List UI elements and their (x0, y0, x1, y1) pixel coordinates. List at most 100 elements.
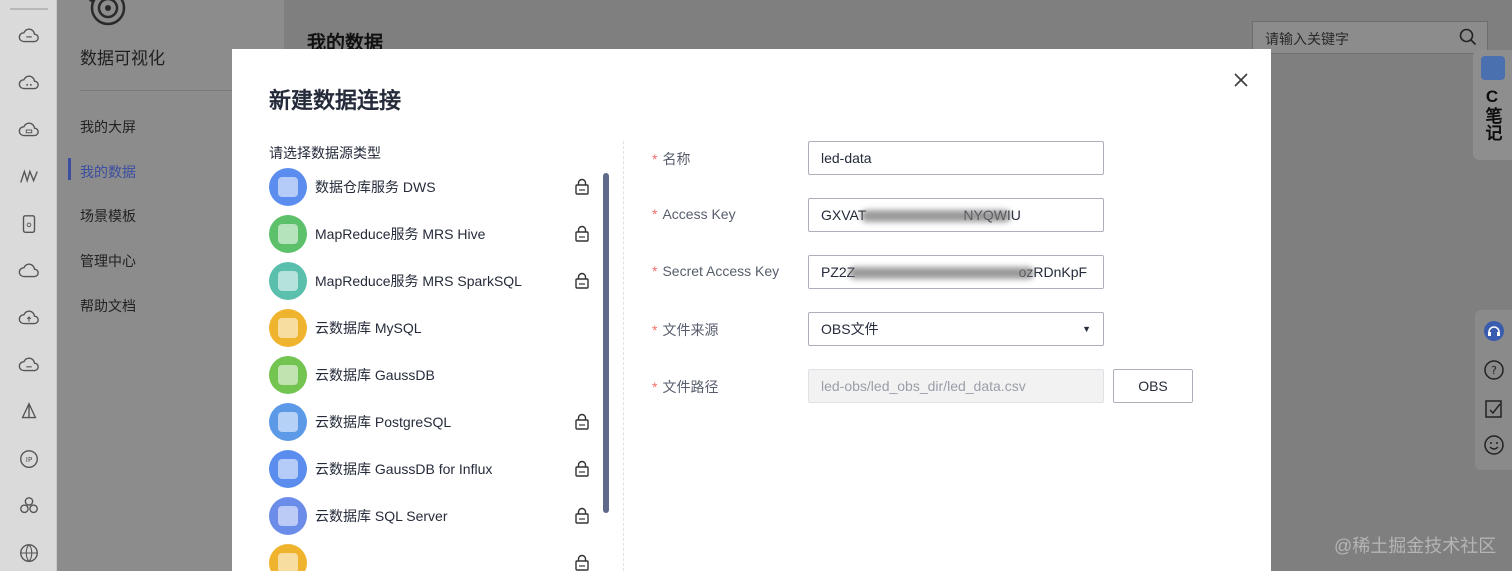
file-path-label: * 文件路径 (652, 379, 719, 395)
file-path-label-text: 文件路径 (662, 379, 719, 395)
source-type-icon (269, 215, 307, 253)
access-key-row: *Access Key GXVAT NYQWIU (652, 198, 1212, 232)
source-list-scrollbar[interactable] (603, 173, 609, 513)
lock-icon (575, 460, 589, 477)
redaction-blur (849, 267, 1034, 279)
source-option-label: 云数据库 GaussDB (315, 367, 435, 383)
file-source-select[interactable]: OBS文件 ▼ (808, 312, 1104, 346)
source-option[interactable] (269, 543, 599, 571)
name-field[interactable]: led-data (808, 141, 1104, 175)
redaction-blur (861, 210, 1011, 222)
secret-key-label-text: Secret Access Key (662, 263, 780, 279)
lock-icon (575, 554, 589, 571)
notes-text: 笔记 (1482, 107, 1502, 141)
app-logo-icon (88, 0, 126, 26)
svg-text:?: ? (1491, 364, 1497, 377)
name-label-text: 名称 (662, 151, 691, 167)
file-path-row: * 文件路径 led-obs/led_obs_dir/led_data.csv O… (652, 369, 1212, 403)
file-source-label-text: 文件来源 (662, 322, 719, 338)
source-option[interactable]: 云数据库 PostgreSQL (269, 402, 599, 442)
close-icon[interactable] (1232, 71, 1250, 89)
icon-rail: IP (0, 0, 57, 571)
source-type-icon (269, 497, 307, 535)
source-option[interactable]: 云数据库 MySQL (269, 308, 599, 348)
sail-icon[interactable] (17, 400, 41, 424)
cloud-upload-icon[interactable] (17, 306, 41, 330)
chart-wave-icon[interactable] (17, 165, 41, 189)
source-option[interactable]: 云数据库 SQL Server (269, 496, 599, 536)
source-option-label: MapReduce服务 MRS Hive (315, 226, 486, 242)
access-key-label-text: Access Key (662, 206, 736, 222)
file-path-field: led-obs/led_obs_dir/led_data.csv (808, 369, 1104, 403)
cluster-icon[interactable] (17, 494, 41, 518)
svg-text:IP: IP (26, 455, 33, 464)
source-option-label: 数据仓库服务 DWS (315, 179, 436, 195)
source-option-label: 云数据库 PostgreSQL (315, 414, 452, 430)
tools-widget: ? (1475, 310, 1512, 470)
secret-key-field[interactable]: PZ2Z ozRDnKpF (808, 255, 1104, 289)
source-type-icon (269, 168, 307, 206)
cloud-monitor-icon[interactable] (17, 24, 41, 48)
source-type-icon (269, 309, 307, 347)
sidebar-item-my-screens[interactable]: 我的大屏 (80, 117, 136, 137)
search-placeholder: 请输入关键字 (1265, 31, 1349, 47)
cloud-service-icon[interactable] (17, 259, 41, 283)
lock-icon (575, 507, 589, 524)
dropdown-caret-icon: ▼ (1082, 324, 1091, 334)
watermark: @稀土掘金技术社区 (1334, 536, 1497, 556)
cloud-icon[interactable] (17, 71, 41, 95)
file-source-label: * 文件来源 (652, 322, 719, 338)
source-option-label: 云数据库 GaussDB for Influx (315, 461, 493, 477)
edit-icon[interactable] (1483, 398, 1505, 420)
secret-key-row: * Secret Access Key PZ2Z ozRDnKpF (652, 255, 1212, 289)
source-type-icon (269, 544, 307, 571)
rail-divider (10, 8, 48, 10)
search-icon[interactable] (1459, 28, 1477, 46)
notes-icon (1481, 56, 1505, 80)
source-option[interactable]: MapReduce服务 MRS SparkSQL (269, 261, 599, 301)
source-option[interactable]: 云数据库 GaussDB for Influx (269, 449, 599, 489)
sidebar-item-admin[interactable]: 管理中心 (80, 251, 136, 271)
new-connection-dialog: 新建数据连接 请选择数据源类型 数据仓库服务 DWS MapReduce服务 MR… (232, 49, 1271, 571)
active-indicator (68, 158, 71, 180)
source-type-label: 请选择数据源类型 (269, 145, 381, 161)
pane-divider (623, 141, 624, 571)
search-input[interactable]: 请输入关键字 (1252, 21, 1488, 54)
source-type-icon (269, 356, 307, 394)
source-option-label: 云数据库 SQL Server (315, 508, 448, 524)
secret-key-label: * Secret Access Key (652, 263, 780, 279)
source-option[interactable]: MapReduce服务 MRS Hive (269, 214, 599, 254)
headset-icon[interactable] (1483, 320, 1505, 342)
access-key-label: * Access Key (652, 206, 736, 222)
source-type-icon (269, 262, 307, 300)
access-key-field[interactable]: GXVAT NYQWIU (808, 198, 1104, 232)
lock-icon (575, 225, 589, 242)
name-label: * 名称 (652, 151, 691, 167)
file-source-row: * 文件来源 OBS文件 ▼ (652, 312, 1212, 346)
help-icon[interactable]: ? (1483, 359, 1505, 381)
source-type-icon (269, 403, 307, 441)
feedback-icon[interactable] (1483, 434, 1505, 456)
sidebar-item-help[interactable]: 帮助文档 (80, 296, 136, 316)
source-option[interactable]: 数据仓库服务 DWS (269, 167, 599, 207)
source-type-pane: 请选择数据源类型 数据仓库服务 DWS MapReduce服务 MRS Hive M… (269, 141, 619, 571)
app-title: 数据可视化 (80, 49, 165, 68)
file-source-value: OBS文件 (821, 321, 879, 337)
source-option-label: MapReduce服务 MRS SparkSQL (315, 273, 522, 289)
obs-browse-button[interactable]: OBS (1113, 369, 1193, 403)
ip-icon[interactable]: IP (17, 447, 41, 471)
notes-widget[interactable]: C 笔记 (1473, 50, 1512, 160)
notes-label: C 笔记 (1481, 86, 1503, 146)
lock-icon (575, 413, 589, 430)
dialog-title: 新建数据连接 (269, 88, 402, 113)
cloud-link-icon[interactable] (17, 353, 41, 377)
lock-icon (575, 178, 589, 195)
sidebar-item-templates[interactable]: 场景模板 (80, 206, 136, 226)
source-option[interactable]: 云数据库 GaussDB (269, 355, 599, 395)
source-type-icon (269, 450, 307, 488)
document-icon[interactable] (17, 212, 41, 236)
source-option-label: 云数据库 MySQL (315, 320, 422, 336)
cloud-database-icon[interactable] (17, 118, 41, 142)
sidebar-item-my-data[interactable]: 我的数据 (80, 162, 136, 182)
globe-icon[interactable] (17, 541, 41, 565)
